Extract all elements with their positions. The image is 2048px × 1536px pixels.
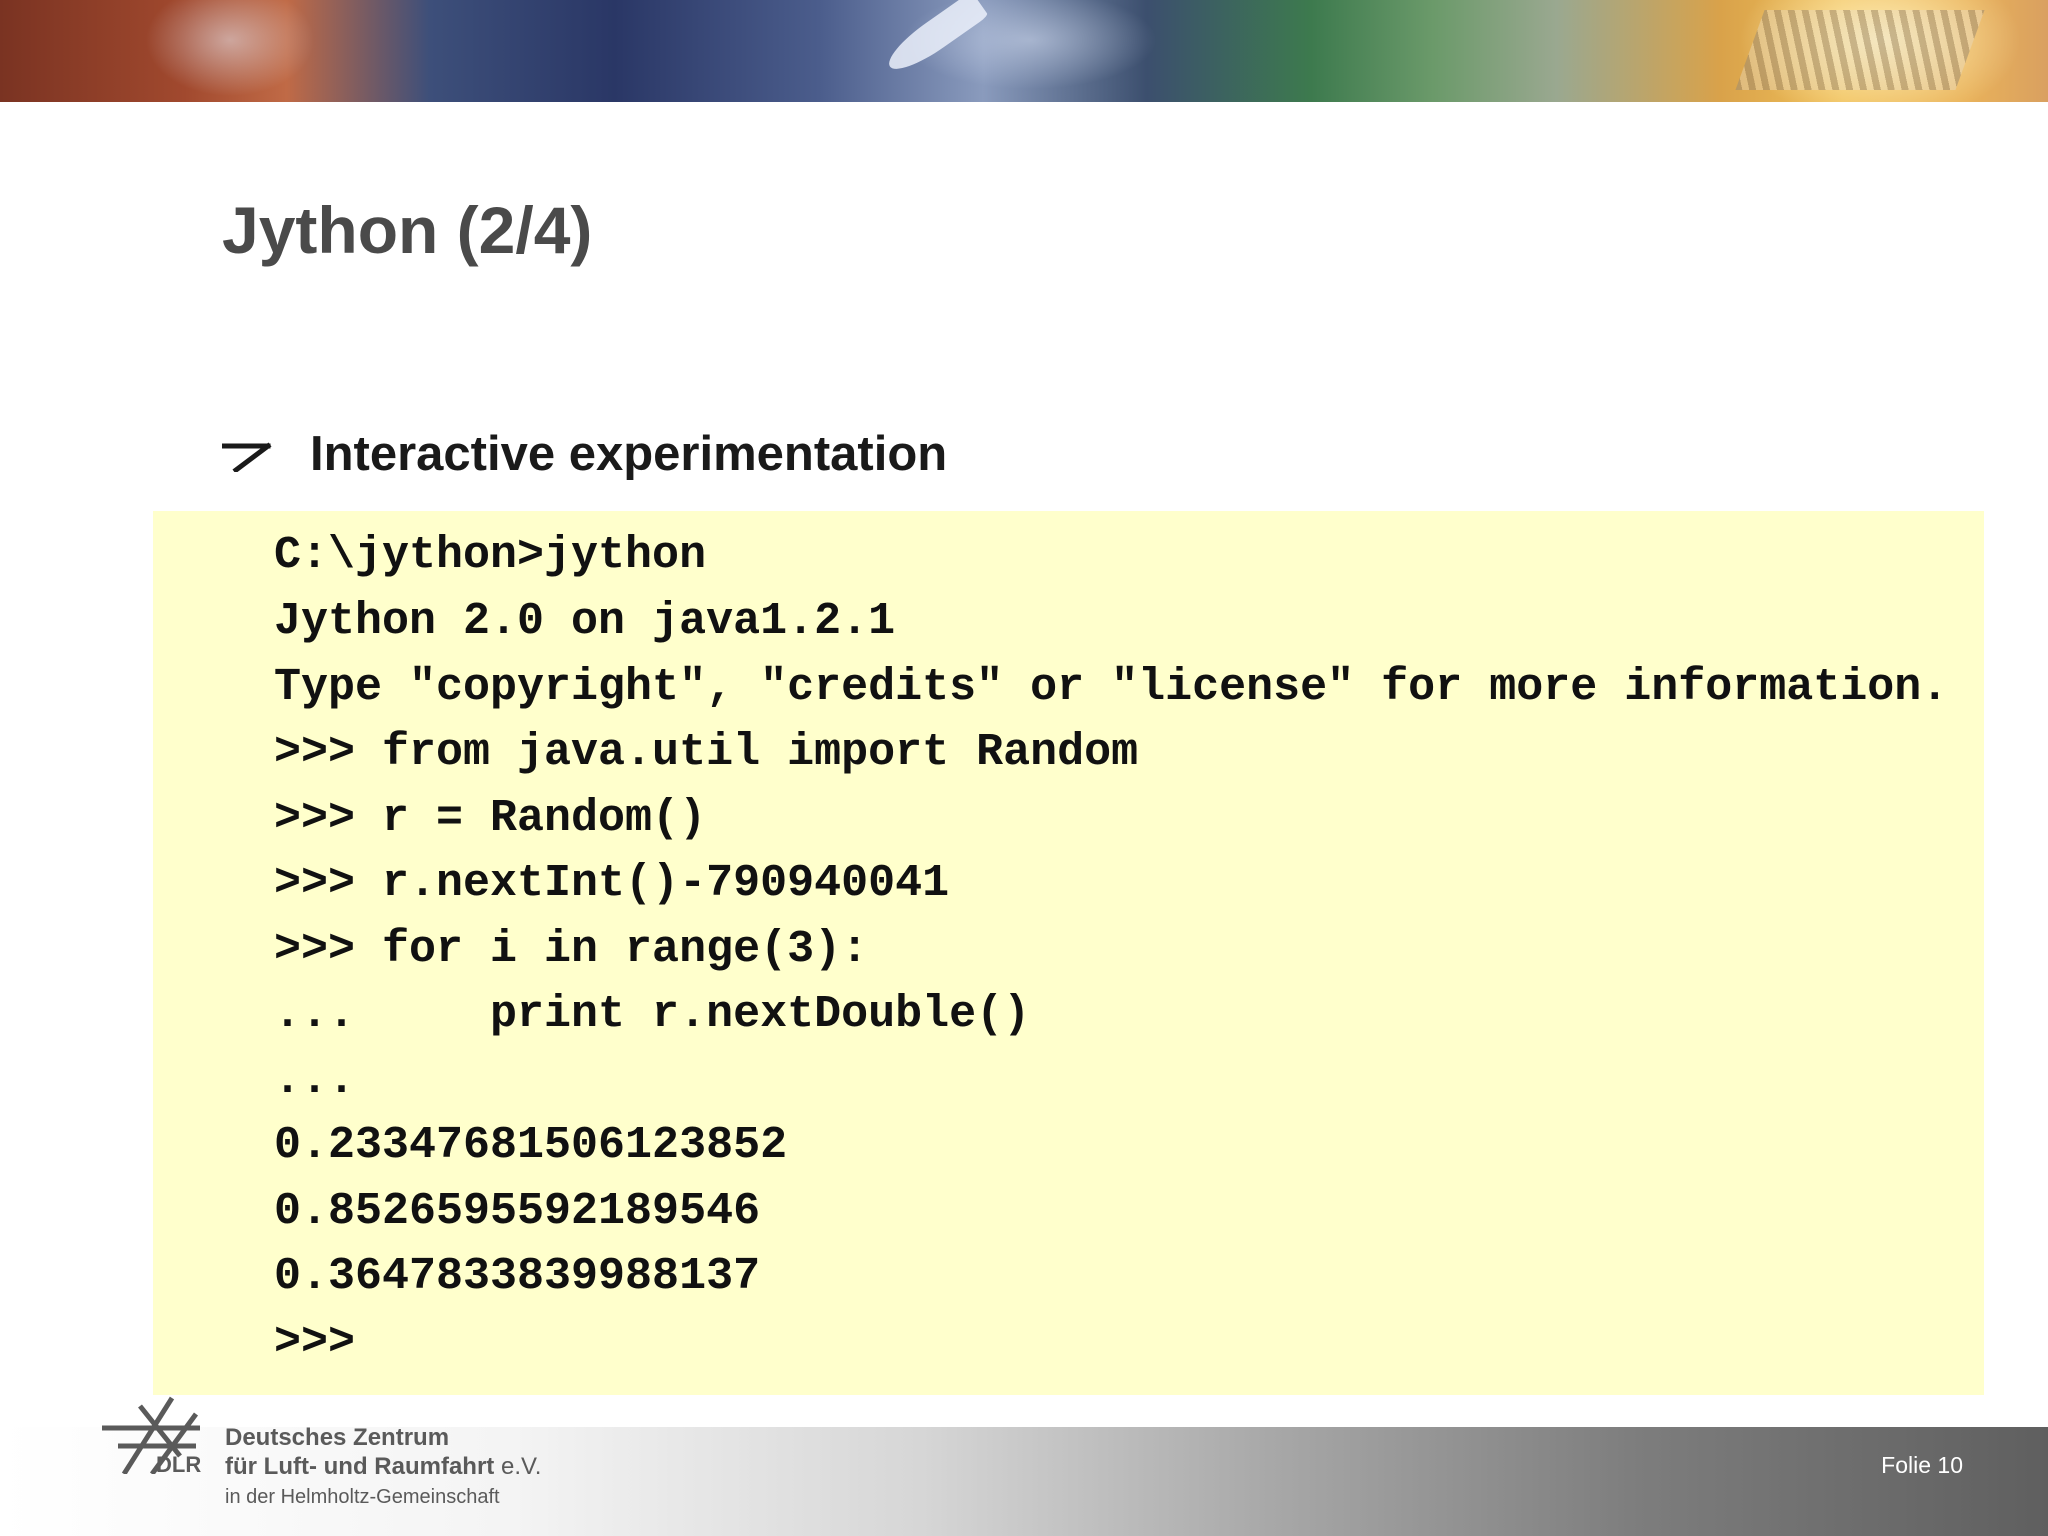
org-name-line2: für Luft- und Raumfahrt e.V. — [225, 1453, 541, 1481]
code-line: >>> — [274, 1317, 356, 1368]
code-line: >>> r.nextInt()-790940041 — [274, 858, 950, 909]
code-listing: C:\jython>jython Jython 2.0 on java1.2.1… — [153, 511, 1984, 1395]
code-line: Type "copyright", "credits" or "license"… — [274, 662, 1949, 713]
code-line: Jython 2.0 on java1.2.1 — [274, 596, 896, 647]
code-line: 0.8526595592189546 — [274, 1186, 761, 1237]
code-line: 0.23347681506123852 — [274, 1120, 788, 1171]
code-line: ... print r.nextDouble() — [274, 989, 1031, 1040]
org-name-line1: Deutsches Zentrum — [225, 1424, 450, 1451]
org-affiliation: in der Helmholtz-Gemeinschaft — [225, 1486, 500, 1508]
dlr-logo-text: DLR — [156, 1452, 202, 1477]
code-line: 0.3647833839988137 — [274, 1251, 761, 1302]
code-line: >>> r = Random() — [274, 793, 707, 844]
banner-solar-panel-graphic — [1735, 10, 1985, 90]
header-banner-image — [0, 0, 2048, 102]
org-name-line2-text: für Luft- und Raumfahrt — [225, 1453, 495, 1480]
code-line: >>> from java.util import Random — [274, 727, 1139, 778]
code-line: ... — [274, 1055, 356, 1106]
code-line: >>> for i in range(3): — [274, 924, 869, 975]
slide-number: Folie 10 — [1881, 1452, 1963, 1478]
arrow-bullet-icon — [222, 442, 272, 472]
slide-title: Jython (2/4) — [222, 193, 593, 267]
org-name-suffix: e.V. — [500, 1453, 542, 1480]
banner-airplane-graphic — [881, 0, 989, 79]
code-line: C:\jython>jython — [274, 530, 707, 581]
bullet-text: Interactive experimentation — [310, 427, 948, 481]
